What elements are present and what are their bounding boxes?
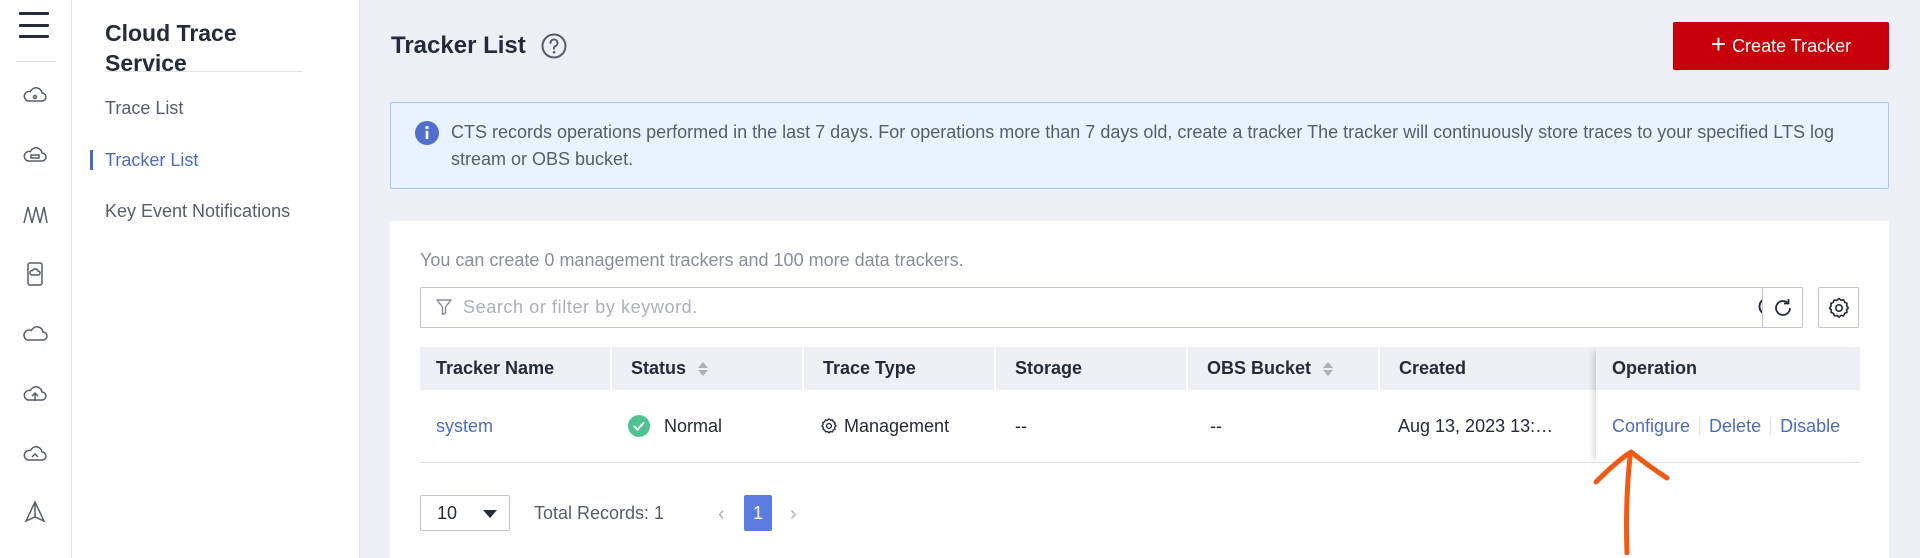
rail-divider bbox=[16, 61, 56, 62]
column-operation: Operation bbox=[1596, 347, 1860, 390]
waves-icon[interactable] bbox=[20, 200, 50, 230]
annotation-arrow bbox=[1593, 449, 1670, 555]
service-title: Cloud Trace Service bbox=[105, 20, 237, 76]
page-title: Tracker List bbox=[391, 32, 526, 59]
notice-text: CTS records operations performed in the … bbox=[451, 122, 1834, 169]
help-icon[interactable] bbox=[541, 33, 567, 59]
column-status[interactable]: Status bbox=[611, 347, 804, 390]
chevron-down-icon bbox=[483, 510, 497, 518]
status-cell: Normal bbox=[628, 390, 722, 462]
search-input[interactable] bbox=[463, 293, 1723, 322]
check-circle-icon bbox=[628, 415, 650, 437]
page-size-value: 10 bbox=[437, 502, 458, 523]
column-label: Operation bbox=[1612, 358, 1698, 378]
storage-cell: -- bbox=[1015, 415, 1027, 436]
column-label: Status bbox=[631, 358, 687, 378]
cloud-icon[interactable] bbox=[20, 140, 50, 170]
info-notice: CTS records operations performed in the … bbox=[390, 102, 1889, 189]
info-icon bbox=[415, 121, 439, 145]
cloud-upload-icon[interactable] bbox=[20, 379, 50, 409]
column-storage: Storage bbox=[995, 347, 1188, 390]
column-tracker-name: Tracker Name bbox=[420, 347, 612, 390]
phone-cloud-icon[interactable] bbox=[20, 259, 50, 289]
configure-link[interactable]: Configure bbox=[1612, 416, 1690, 437]
sort-icon[interactable] bbox=[698, 361, 709, 376]
cloud-icon[interactable] bbox=[20, 319, 50, 349]
gear-icon bbox=[821, 418, 837, 434]
delete-link[interactable]: Delete bbox=[1709, 416, 1761, 437]
cloud-icon[interactable] bbox=[20, 439, 50, 469]
column-label: Trace Type bbox=[823, 358, 916, 378]
page-size-select[interactable]: 10 bbox=[420, 495, 510, 531]
column-created: Created bbox=[1379, 347, 1596, 390]
divider bbox=[1699, 417, 1701, 435]
active-indicator bbox=[90, 150, 93, 170]
title-divider bbox=[105, 71, 303, 72]
next-page-icon[interactable]: › bbox=[790, 503, 797, 526]
filter-icon bbox=[436, 299, 452, 316]
tracker-name[interactable]: system bbox=[436, 416, 493, 437]
trace-type-cell: Management bbox=[820, 390, 949, 462]
quota-text: You can create 0 management trackers and… bbox=[420, 250, 964, 270]
refresh-icon bbox=[1774, 298, 1791, 316]
cloud-icon[interactable] bbox=[20, 80, 50, 110]
page-number-current[interactable]: 1 bbox=[744, 495, 772, 531]
refresh-button[interactable] bbox=[1762, 287, 1803, 328]
service-sidebar: Cloud Trace Service Trace List Tracker L… bbox=[72, 0, 360, 558]
table-header: Tracker Name Status Trace Type Storage O… bbox=[420, 347, 1860, 390]
create-tracker-button[interactable]: + Create Tracker bbox=[1673, 22, 1889, 70]
divider bbox=[1770, 417, 1772, 435]
created-cell: Aug 13, 2023 13:… bbox=[1398, 415, 1554, 436]
search-box bbox=[420, 287, 1792, 328]
triangle-icon[interactable] bbox=[20, 498, 50, 528]
prev-page-icon[interactable]: ‹ bbox=[718, 503, 725, 526]
tracker-name-link[interactable]: system bbox=[436, 390, 493, 462]
column-label: Created bbox=[1399, 358, 1467, 378]
column-label: Storage bbox=[1015, 358, 1083, 378]
column-obs-bucket[interactable]: OBS Bucket bbox=[1187, 347, 1380, 390]
sidebar-item-trace-list[interactable]: Trace List bbox=[105, 98, 183, 119]
settings-button[interactable] bbox=[1818, 287, 1859, 328]
status-text: Normal bbox=[664, 415, 723, 436]
plus-icon: + bbox=[1710, 29, 1727, 59]
sort-icon[interactable] bbox=[1323, 361, 1334, 376]
total-records: Total Records: 1 bbox=[534, 503, 665, 523]
icon-rail bbox=[0, 0, 72, 558]
gear-icon bbox=[1828, 297, 1849, 318]
sidebar-item-tracker-list[interactable]: Tracker List bbox=[105, 150, 198, 171]
disable-link[interactable]: Disable bbox=[1780, 416, 1840, 437]
menu-icon[interactable] bbox=[19, 12, 49, 38]
column-label: OBS Bucket bbox=[1207, 358, 1312, 378]
create-tracker-label: Create Tracker bbox=[1732, 35, 1852, 56]
column-label: Tracker Name bbox=[436, 358, 555, 378]
sidebar-item-key-event-notifications[interactable]: Key Event Notifications bbox=[105, 201, 290, 222]
obs-bucket-cell: -- bbox=[1210, 415, 1222, 436]
trace-type-text: Management bbox=[844, 415, 950, 436]
column-trace-type: Trace Type bbox=[803, 347, 996, 390]
